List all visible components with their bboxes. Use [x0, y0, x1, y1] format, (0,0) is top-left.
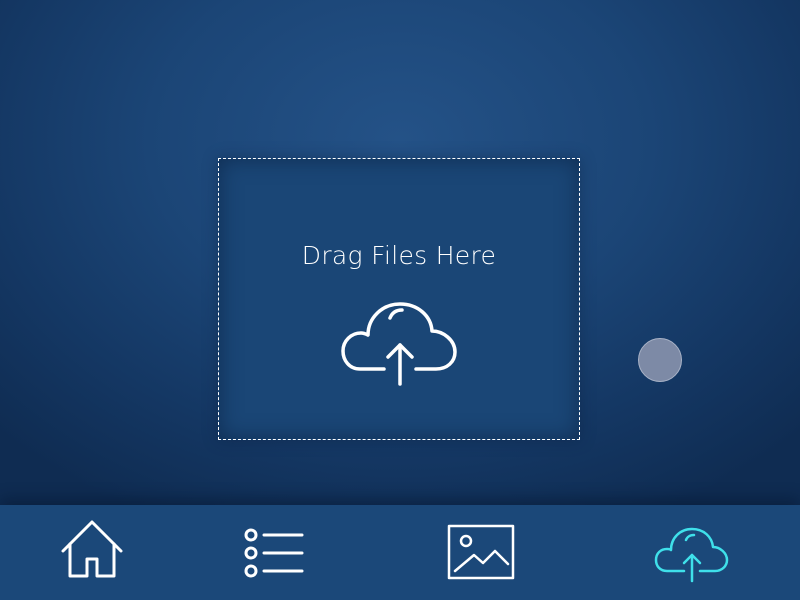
file-dropzone[interactable]: Drag Files Here — [218, 158, 580, 440]
home-icon — [61, 520, 123, 578]
tab-gallery[interactable] — [436, 505, 526, 600]
floating-assistive-button[interactable] — [638, 338, 682, 382]
tab-upload[interactable] — [648, 505, 738, 600]
image-icon — [447, 524, 515, 580]
tab-list[interactable] — [230, 505, 316, 600]
upload-screen: Drag Files Here — [0, 0, 800, 600]
cloud-upload-icon — [654, 527, 729, 583]
list-icon — [244, 528, 304, 578]
bottom-tab-bar — [0, 505, 800, 600]
tab-home[interactable] — [50, 505, 136, 600]
dropzone-title: Drag Files Here — [301, 241, 497, 270]
cloud-upload-icon — [341, 302, 457, 386]
